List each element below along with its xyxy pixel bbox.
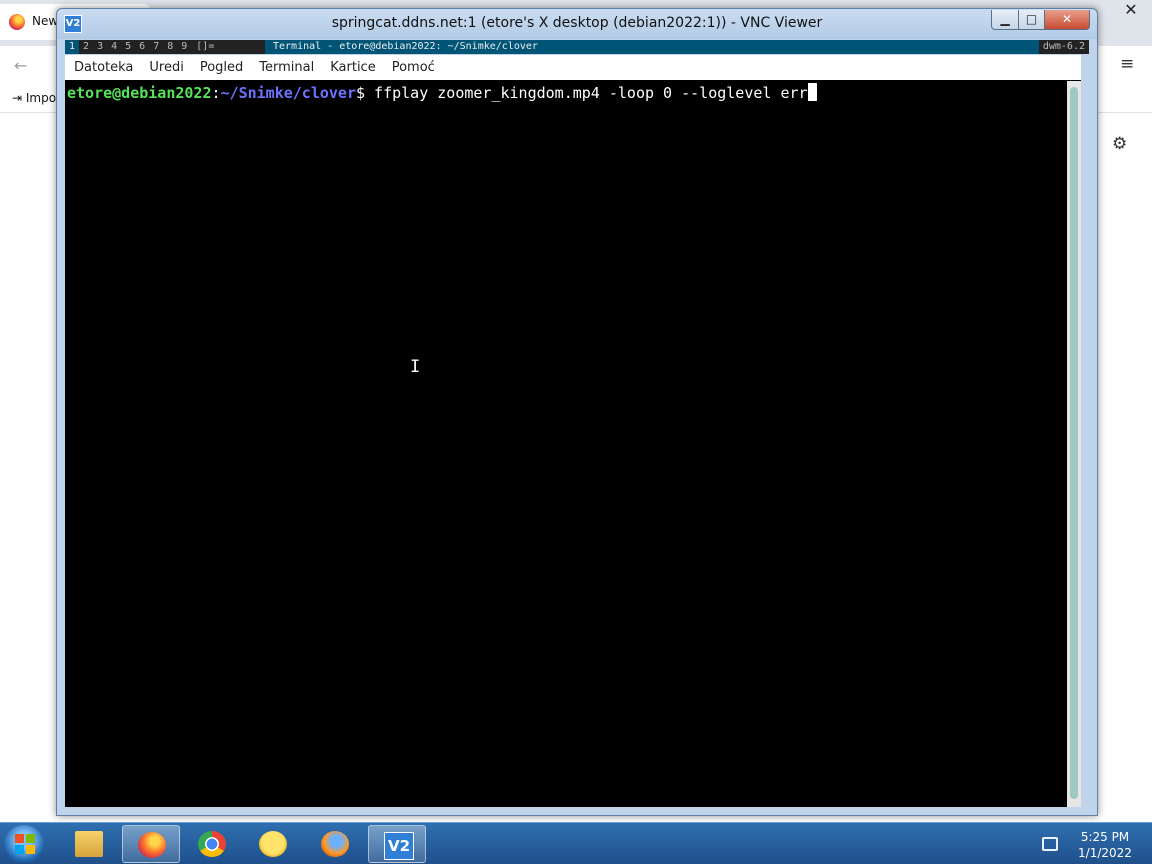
- firefox-icon: [9, 14, 25, 30]
- tray-clock[interactable]: 5:25 PM 1/1/2022: [1070, 829, 1140, 861]
- bookmark-import[interactable]: ⇥ Impo: [12, 91, 56, 105]
- prompt-user: etore@debian2022: [67, 84, 212, 102]
- terminal-content[interactable]: etore@debian2022:~/Snimke/clover$ ffplay…: [65, 81, 1067, 807]
- dwm-tag-5[interactable]: 5: [121, 40, 135, 54]
- folder-icon: [75, 831, 103, 857]
- dwm-tag-4[interactable]: 4: [107, 40, 121, 54]
- taskbar-vnc-button[interactable]: V2: [368, 825, 426, 863]
- text-cursor: [807, 83, 817, 101]
- bookmark-import-label: Impo: [25, 91, 57, 105]
- smiley-icon: [259, 831, 287, 857]
- vnc-icon: V2: [384, 832, 414, 860]
- dwm-tag-3[interactable]: 3: [93, 40, 107, 54]
- dwm-bar: 1 2 3 4 5 6 7 8 9 []= Terminal - etore@d…: [65, 40, 1089, 54]
- taskbar-messenger-button[interactable]: [244, 825, 302, 863]
- menu-uredi[interactable]: Uredi: [141, 55, 191, 80]
- dwm-tag-9[interactable]: 9: [177, 40, 191, 54]
- dwm-layout-symbol[interactable]: []=: [191, 40, 219, 54]
- menu-pogled[interactable]: Pogled: [192, 55, 251, 80]
- ibeam-cursor-icon: I: [410, 357, 421, 377]
- terminal-menubar: Datoteka Uredi Pogled Terminal Kartice P…: [65, 55, 1081, 80]
- gear-icon[interactable]: ⚙: [1112, 134, 1127, 154]
- prompt-line: etore@debian2022:~/Snimke/clover$ ffplay…: [67, 83, 817, 103]
- close-button[interactable]: ✕: [1044, 10, 1090, 30]
- back-arrow-icon[interactable]: ←: [14, 56, 27, 75]
- chrome-icon: [198, 831, 226, 857]
- menu-terminal[interactable]: Terminal: [251, 55, 322, 80]
- scrollbar-thumb[interactable]: [1070, 87, 1078, 799]
- firefox-dev-icon: [321, 831, 349, 857]
- dwm-status: dwm-6.2: [1038, 40, 1089, 54]
- prompt-separator: :: [211, 84, 221, 102]
- prompt-path: ~/Snimke/clover: [220, 84, 356, 102]
- firefox-icon: [138, 832, 166, 858]
- taskbar-explorer-button[interactable]: [60, 825, 118, 863]
- dwm-tag-6[interactable]: 6: [135, 40, 149, 54]
- terminal-scrollbar[interactable]: [1067, 81, 1081, 807]
- dwm-tag-1[interactable]: 1: [65, 40, 80, 54]
- clock-time: 5:25 PM: [1080, 830, 1130, 844]
- prompt-symbol: $: [356, 84, 366, 102]
- taskbar-firefox-dev-button[interactable]: [306, 825, 364, 863]
- vnc-app-icon[interactable]: V2: [64, 15, 82, 33]
- taskbar: V2 5:25 PM 1/1/2022: [0, 822, 1152, 864]
- browser-close-icon[interactable]: ✕: [1110, 0, 1152, 20]
- dwm-window-title: Terminal - etore@debian2022: ~/Snimke/cl…: [265, 40, 1041, 54]
- hamburger-menu-icon[interactable]: ≡: [1120, 54, 1134, 74]
- menu-datoteka[interactable]: Datoteka: [65, 55, 141, 80]
- vnc-viewer-window: V2 springcat.ddns.net:1 (etore's X deskt…: [56, 8, 1098, 816]
- dwm-tags: 1 2 3 4 5 6 7 8 9 []=: [65, 40, 219, 54]
- command-text: ffplay zoomer_kingdom.mp4 -loop 0 --logl…: [365, 84, 808, 102]
- dwm-tag-8[interactable]: 8: [163, 40, 177, 54]
- taskbar-chrome-button[interactable]: [183, 825, 241, 863]
- browser-tab-title: New: [32, 14, 59, 28]
- menu-pomoc[interactable]: Pomoć: [384, 55, 443, 80]
- menu-kartice[interactable]: Kartice: [322, 55, 383, 80]
- windows-logo-icon: [15, 834, 35, 854]
- start-button[interactable]: [4, 825, 44, 863]
- maximize-button[interactable]: □: [1018, 10, 1045, 30]
- taskbar-firefox-button[interactable]: [122, 825, 180, 863]
- network-icon[interactable]: [1042, 837, 1058, 851]
- dwm-tag-2[interactable]: 2: [79, 40, 93, 54]
- dwm-tag-7[interactable]: 7: [149, 40, 163, 54]
- clock-date: 1/1/2022: [1078, 846, 1132, 860]
- minimize-button[interactable]: ▁: [991, 10, 1019, 30]
- terminal-window: Datoteka Uredi Pogled Terminal Kartice P…: [65, 55, 1081, 807]
- vnc-titlebar[interactable]: V2 springcat.ddns.net:1 (etore's X deskt…: [57, 9, 1097, 39]
- vnc-window-title: springcat.ddns.net:1 (etore's X desktop …: [331, 15, 823, 31]
